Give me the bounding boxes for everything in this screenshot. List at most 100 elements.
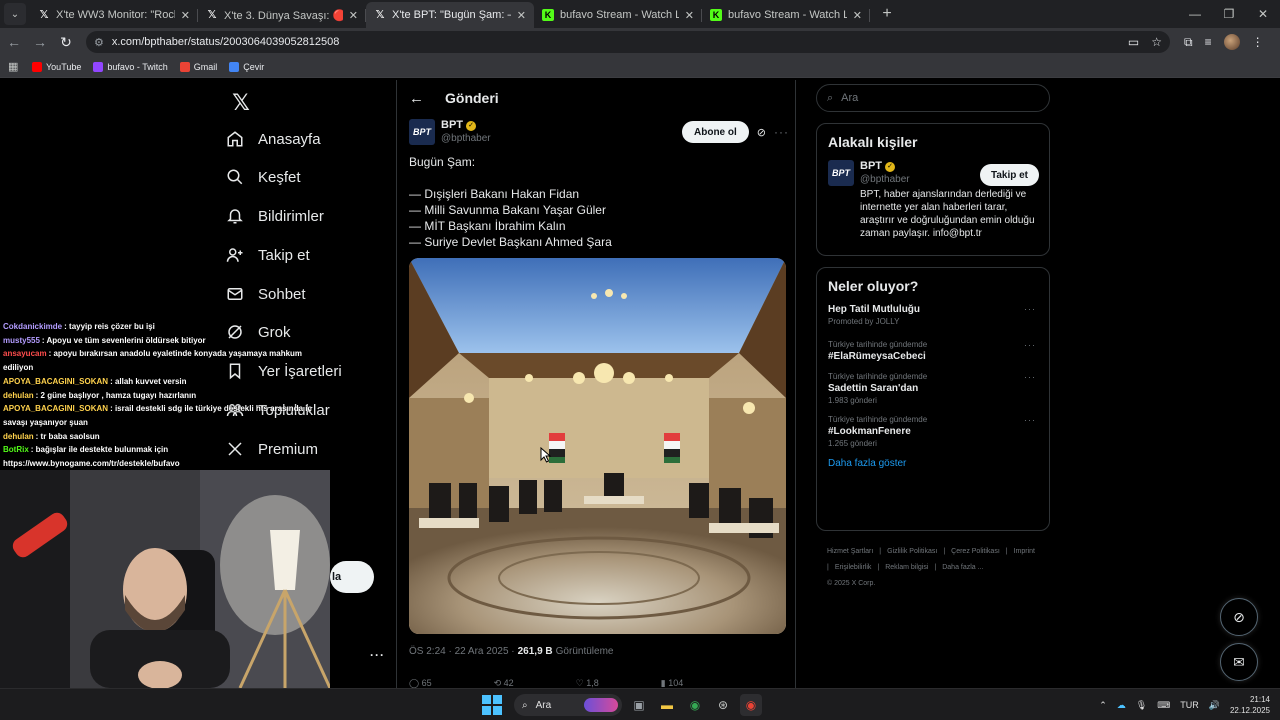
footer-link[interactable]: Gizlilik Politikası [887, 548, 937, 555]
browser-tab[interactable]: 𝕏 X'te 3. Dünya Savaşı: 🔴#SON ✕ [198, 2, 366, 28]
grok-fab-icon[interactable]: ⊘ [1220, 598, 1258, 636]
footer-link[interactable]: © 2025 X Corp. [827, 580, 875, 587]
chrome-active-icon[interactable]: ◉ [740, 694, 762, 716]
trend-more-icon[interactable]: ··· [1024, 372, 1036, 382]
nav-item[interactable]: Anasayfa [226, 124, 321, 154]
tab-close-icon[interactable]: ✕ [685, 9, 694, 22]
post-action[interactable]: ◯ 65 [409, 678, 432, 688]
trend-more-icon[interactable]: ··· [1024, 340, 1036, 350]
clock[interactable]: 21:14 22.12.2025 [1230, 694, 1270, 716]
back-arrow-icon[interactable]: ← [409, 90, 429, 107]
file-explorer-icon[interactable]: ▬ [656, 694, 678, 716]
footer-link[interactable]: Reklam bilgisi [885, 564, 928, 571]
tab-close-icon[interactable]: ✕ [181, 9, 190, 22]
bookmark-item[interactable]: YouTube [32, 61, 81, 72]
tab-search-button[interactable]: ⌄ [4, 3, 26, 25]
close-window-button[interactable]: ✕ [1246, 7, 1280, 21]
trend-more-icon[interactable]: ··· [1024, 304, 1036, 314]
follow-button[interactable]: Takip et [979, 164, 1039, 186]
profile-avatar[interactable] [1223, 34, 1240, 50]
address-bar[interactable]: ⚙ x.com/bpthaber/status/2003064039052812… [86, 31, 1170, 53]
extensions-icon[interactable]: ⧉ [1184, 35, 1193, 50]
chat-username[interactable]: APOYA_BACAGINI_SOKAN [3, 377, 108, 386]
relevant-name[interactable]: BPT ✓ [860, 160, 910, 173]
back-button[interactable]: ← [2, 30, 26, 54]
footer-link[interactable]: Daha fazla ... [942, 564, 983, 571]
messages-fab-icon[interactable]: ✉ [1220, 643, 1258, 681]
browser-menu-icon[interactable]: ⋮ [1252, 35, 1264, 49]
author-handle[interactable]: @bpthaber [441, 132, 491, 145]
nav-item[interactable]: Sohbet [226, 279, 306, 309]
speaker-icon[interactable]: 🔊 [1209, 700, 1220, 711]
new-tab-button[interactable]: + [876, 3, 898, 25]
footer-link[interactable]: Hizmet Şartları [827, 548, 873, 555]
bookmark-item[interactable]: bufavo - Twitch [93, 61, 168, 72]
tab-close-icon[interactable]: ✕ [853, 9, 862, 22]
apps-grid-icon[interactable]: ▦ [8, 60, 20, 73]
post-action[interactable]: ♡ 1,8 [576, 678, 599, 688]
site-info-icon[interactable]: ⚙ [94, 36, 104, 49]
chat-username[interactable]: ansayucam [3, 349, 47, 358]
trend-item[interactable]: Türkiye tarihinde gündemde #LookmanFenere… [828, 415, 1038, 448]
more-options-icon[interactable]: ··· [774, 125, 789, 139]
footer-link[interactable]: Çerez Politikası [951, 548, 1000, 555]
tab-close-icon[interactable]: ✕ [349, 9, 358, 22]
search-input[interactable]: ⌕ Ara [816, 84, 1050, 112]
account-more-icon[interactable]: ··· [370, 648, 385, 662]
browser-tab[interactable]: Kbufavo Stream - Watch Live on ✕ [534, 2, 702, 28]
nav-item[interactable]: Bildirimler [226, 201, 324, 231]
minimize-button[interactable]: — [1178, 7, 1212, 21]
author-avatar[interactable]: BPT [409, 119, 435, 145]
chat-username[interactable]: musty555 [3, 336, 40, 345]
post-button[interactable]: la [330, 561, 374, 593]
nav-item[interactable]: Keşfet [226, 162, 301, 192]
post-action[interactable]: ⟲ 42 [494, 678, 514, 688]
tab-title: X'te BPT: "Bugün Şam: — Dışişl [392, 9, 511, 21]
subscribe-button[interactable]: Abone ol [682, 121, 749, 143]
browser-tab[interactable]: Kbufavo Stream - Watch Live on ✕ [702, 2, 870, 28]
bookmark-item[interactable]: Çevir [229, 61, 264, 72]
chat-username[interactable]: Cokdanickimde [3, 322, 62, 331]
cast-icon[interactable]: ▭ [1128, 35, 1139, 49]
bookmark-star-icon[interactable]: ☆ [1151, 35, 1162, 49]
x-logo-icon[interactable]: 𝕏 [226, 88, 256, 118]
footer-link[interactable]: Imprint [1014, 548, 1035, 555]
post-photo[interactable] [409, 258, 786, 634]
nav-item[interactable]: Takip et [226, 240, 310, 270]
footer-link[interactable]: Erişilebilirlik [835, 564, 872, 571]
tab-close-icon[interactable]: ✕ [517, 9, 526, 22]
author-name[interactable]: BPT ✓ [441, 119, 491, 132]
trend-item[interactable]: Türkiye tarihinde gündemde #ElaRümeysaCeb… [828, 340, 1038, 362]
chrome-icon[interactable]: ◉ [684, 694, 706, 716]
bookmark-item[interactable]: Gmail [179, 61, 217, 72]
trend-more-icon[interactable]: ··· [1024, 415, 1036, 425]
tray-chevron-icon[interactable]: ⌃ [1099, 700, 1107, 711]
chat-username[interactable]: dehulan [3, 432, 34, 441]
microphone-icon[interactable]: 🎙 [1136, 700, 1147, 711]
onedrive-icon[interactable]: ☁ [1117, 700, 1126, 711]
steam-icon[interactable]: ⊛ [712, 694, 734, 716]
language-indicator[interactable]: TUR [1180, 700, 1199, 710]
post-timestamp[interactable]: ÖS 2:24 · 22 Ara 2025 · [409, 646, 515, 657]
show-more-link[interactable]: Daha fazla göster [828, 458, 1049, 469]
chat-username[interactable]: BotRix [3, 445, 29, 454]
reload-button[interactable]: ↻ [54, 30, 78, 54]
browser-tab[interactable]: 𝕏 X'te BPT: "Bugün Şam: — Dışişl ✕ [366, 2, 534, 28]
trend-item[interactable]: Türkiye tarihinde gündemde Sadettin Saran… [828, 372, 1038, 405]
relevant-avatar[interactable]: BPT [828, 160, 854, 186]
chat-username[interactable]: dehulan [3, 391, 34, 400]
browser-tab[interactable]: 𝕏 X'te WW3 Monitor: "Rocket fire ✕ [30, 2, 198, 28]
taskbar-search[interactable]: ⌕ Ara [514, 694, 622, 716]
task-view-icon[interactable]: ▣ [628, 694, 650, 716]
reading-list-icon[interactable]: ≡ [1205, 35, 1212, 49]
forward-button[interactable]: → [28, 30, 52, 54]
relevant-person[interactable]: BPT BPT ✓ @bpthaber Takip et [828, 160, 1039, 186]
grok-icon[interactable]: ⊘ [757, 126, 766, 139]
chat-username[interactable]: APOYA_BACAGINI_SOKAN [3, 404, 108, 413]
start-button[interactable] [482, 695, 502, 715]
post-action[interactable]: ▮ 104 [661, 678, 683, 688]
restore-button[interactable]: ❐ [1212, 7, 1246, 21]
keyboard-icon[interactable]: ⌨ [1157, 700, 1170, 711]
post-action-count: 104 [668, 678, 684, 688]
trend-item[interactable]: Hep Tatil Mutluluğu Promoted by JOLLY ··· [828, 304, 1038, 326]
